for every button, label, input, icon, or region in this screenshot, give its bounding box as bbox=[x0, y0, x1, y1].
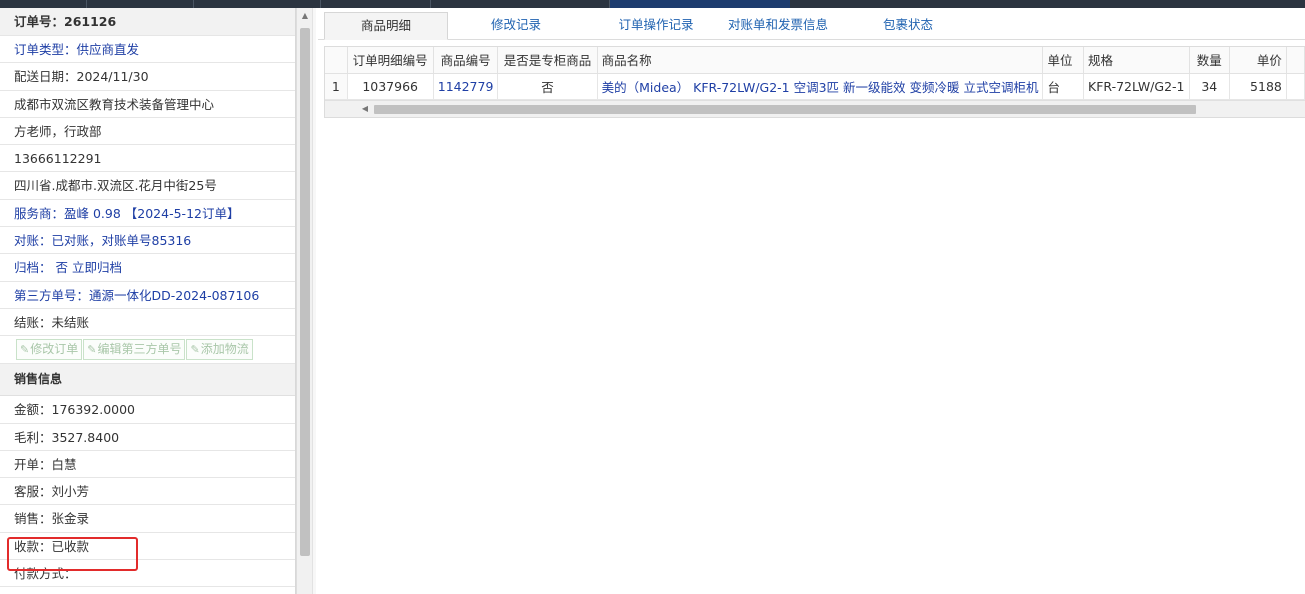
table-row[interactable]: 1 1037966 1142779 否 美的（Midea） KFR-72LW/G… bbox=[325, 73, 1305, 100]
tab-bar: 商品明细 修改记录 订单操作记录 对账单和发票信息 包裹状态 bbox=[318, 8, 1305, 40]
product-table: 订单明细编号 商品编号 是否是专柜商品 商品名称 单位 规格 数量 单价 1 1… bbox=[325, 47, 1305, 100]
spec-cell: KFR-72LW/G2-1 bbox=[1083, 73, 1190, 100]
detail-area: 商品明细 修改记录 订单操作记录 对账单和发票信息 包裹状态 订单明细编号 商品… bbox=[318, 8, 1305, 594]
panel-splitter[interactable] bbox=[312, 8, 316, 594]
column-header[interactable]: 商品编号 bbox=[433, 47, 499, 74]
product-id-link[interactable]: 1142779 bbox=[433, 73, 499, 100]
unit-cell: 台 bbox=[1042, 73, 1085, 100]
reconciliation-status[interactable]: 对账：已对账，对账单号85316 bbox=[0, 227, 295, 255]
scroll-left-icon[interactable]: ◀ bbox=[358, 101, 372, 117]
service-provider[interactable]: 服务商：盈峰 0.98 【2024-5-12订单】 bbox=[0, 200, 295, 228]
is-counter-cell: 否 bbox=[497, 73, 598, 100]
order-info-panel: 订单号：261126 订单类型：供应商直发 配送日期：2024/11/30 成都… bbox=[0, 8, 296, 594]
product-details-grid: 订单明细编号 商品编号 是否是专柜商品 商品名称 单位 规格 数量 单价 1 1… bbox=[324, 46, 1305, 118]
tab-order-operation-log[interactable]: 订单操作记录 bbox=[590, 12, 722, 40]
edit-third-party-button[interactable]: ✎编辑第三方单号 bbox=[83, 339, 186, 361]
table-horizontal-scrollbar[interactable]: ◀ bbox=[325, 99, 1305, 117]
column-header[interactable]: 商品名称 bbox=[597, 47, 1044, 74]
product-name-link[interactable]: 美的（Midea） KFR-72LW/G2-1 空调3匹 新一级能效 变频冷暖 … bbox=[597, 73, 1044, 100]
edit-icon: ✎ bbox=[20, 343, 30, 357]
third-party-number[interactable]: 第三方单号：通源一体化DD-2024-087106 bbox=[0, 282, 295, 309]
quantity-cell: 34 bbox=[1189, 73, 1231, 100]
settlement-status: 结账：未结账 bbox=[0, 309, 295, 337]
highlight-box bbox=[7, 537, 138, 571]
column-header[interactable]: 规格 bbox=[1083, 47, 1190, 74]
archive-status[interactable]: 归档： 否 立即归档 bbox=[0, 254, 295, 282]
column-header[interactable]: 单价 bbox=[1229, 47, 1287, 74]
column-header[interactable]: 数量 bbox=[1189, 47, 1231, 74]
delivery-date: 配送日期：2024/11/30 bbox=[0, 63, 295, 91]
scrollbar-thumb[interactable] bbox=[374, 104, 1196, 114]
customer-org: 成都市双流区教育技术装备管理中心 bbox=[0, 91, 295, 118]
tab-change-log[interactable]: 修改记录 bbox=[460, 12, 572, 40]
gross-profit: 毛利：3527.8400 bbox=[0, 424, 295, 451]
salesperson: 销售：张金录 bbox=[0, 505, 295, 533]
column-header[interactable]: 是否是专柜商品 bbox=[497, 47, 598, 74]
tab-product-details[interactable]: 商品明细 bbox=[324, 12, 448, 40]
sales-info-title: 销售信息 bbox=[0, 364, 295, 397]
unit-price-cell: 5188 bbox=[1229, 73, 1287, 100]
column-header[interactable]: 单位 bbox=[1042, 47, 1085, 74]
tab-package-status[interactable]: 包裹状态 bbox=[858, 12, 958, 40]
filler-cell bbox=[1286, 73, 1305, 100]
sales-amount: 金额：176392.0000 bbox=[0, 396, 295, 424]
delivery-address: 四川省.成都市.双流区.花月中街25号 bbox=[0, 172, 295, 200]
scroll-up-icon[interactable]: ▲ bbox=[297, 8, 313, 24]
edit-order-button[interactable]: ✎修改订单 bbox=[16, 339, 83, 361]
order-type[interactable]: 订单类型：供应商直发 bbox=[0, 36, 295, 64]
contact-phone: 13666112291 bbox=[0, 145, 295, 173]
scrollbar-thumb[interactable] bbox=[300, 28, 310, 556]
add-logistics-button[interactable]: ✎添加物流 bbox=[186, 339, 253, 361]
order-number-title: 订单号：261126 bbox=[0, 8, 295, 36]
row-number-header bbox=[325, 47, 348, 74]
invoiced-by: 开单：白慧 bbox=[0, 451, 295, 479]
order-action-buttons: ✎修改订单 ✎编辑第三方单号 ✎添加物流 bbox=[0, 336, 295, 365]
row-number: 1 bbox=[325, 73, 348, 100]
column-header[interactable]: 订单明细编号 bbox=[347, 47, 434, 74]
tab-statement-invoice[interactable]: 对账单和发票信息 bbox=[718, 12, 838, 40]
top-bar bbox=[0, 0, 1305, 8]
edit-icon: ✎ bbox=[190, 343, 200, 357]
detail-id-cell: 1037966 bbox=[347, 73, 434, 100]
contact-person: 方老师，行政部 bbox=[0, 118, 295, 146]
table-header-row: 订单明细编号 商品编号 是否是专柜商品 商品名称 单位 规格 数量 单价 bbox=[325, 47, 1305, 74]
edit-icon: ✎ bbox=[87, 343, 97, 357]
filler-header bbox=[1286, 47, 1305, 74]
left-panel-scrollbar[interactable]: ▲ bbox=[296, 8, 312, 594]
customer-service: 客服：刘小芳 bbox=[0, 478, 295, 506]
